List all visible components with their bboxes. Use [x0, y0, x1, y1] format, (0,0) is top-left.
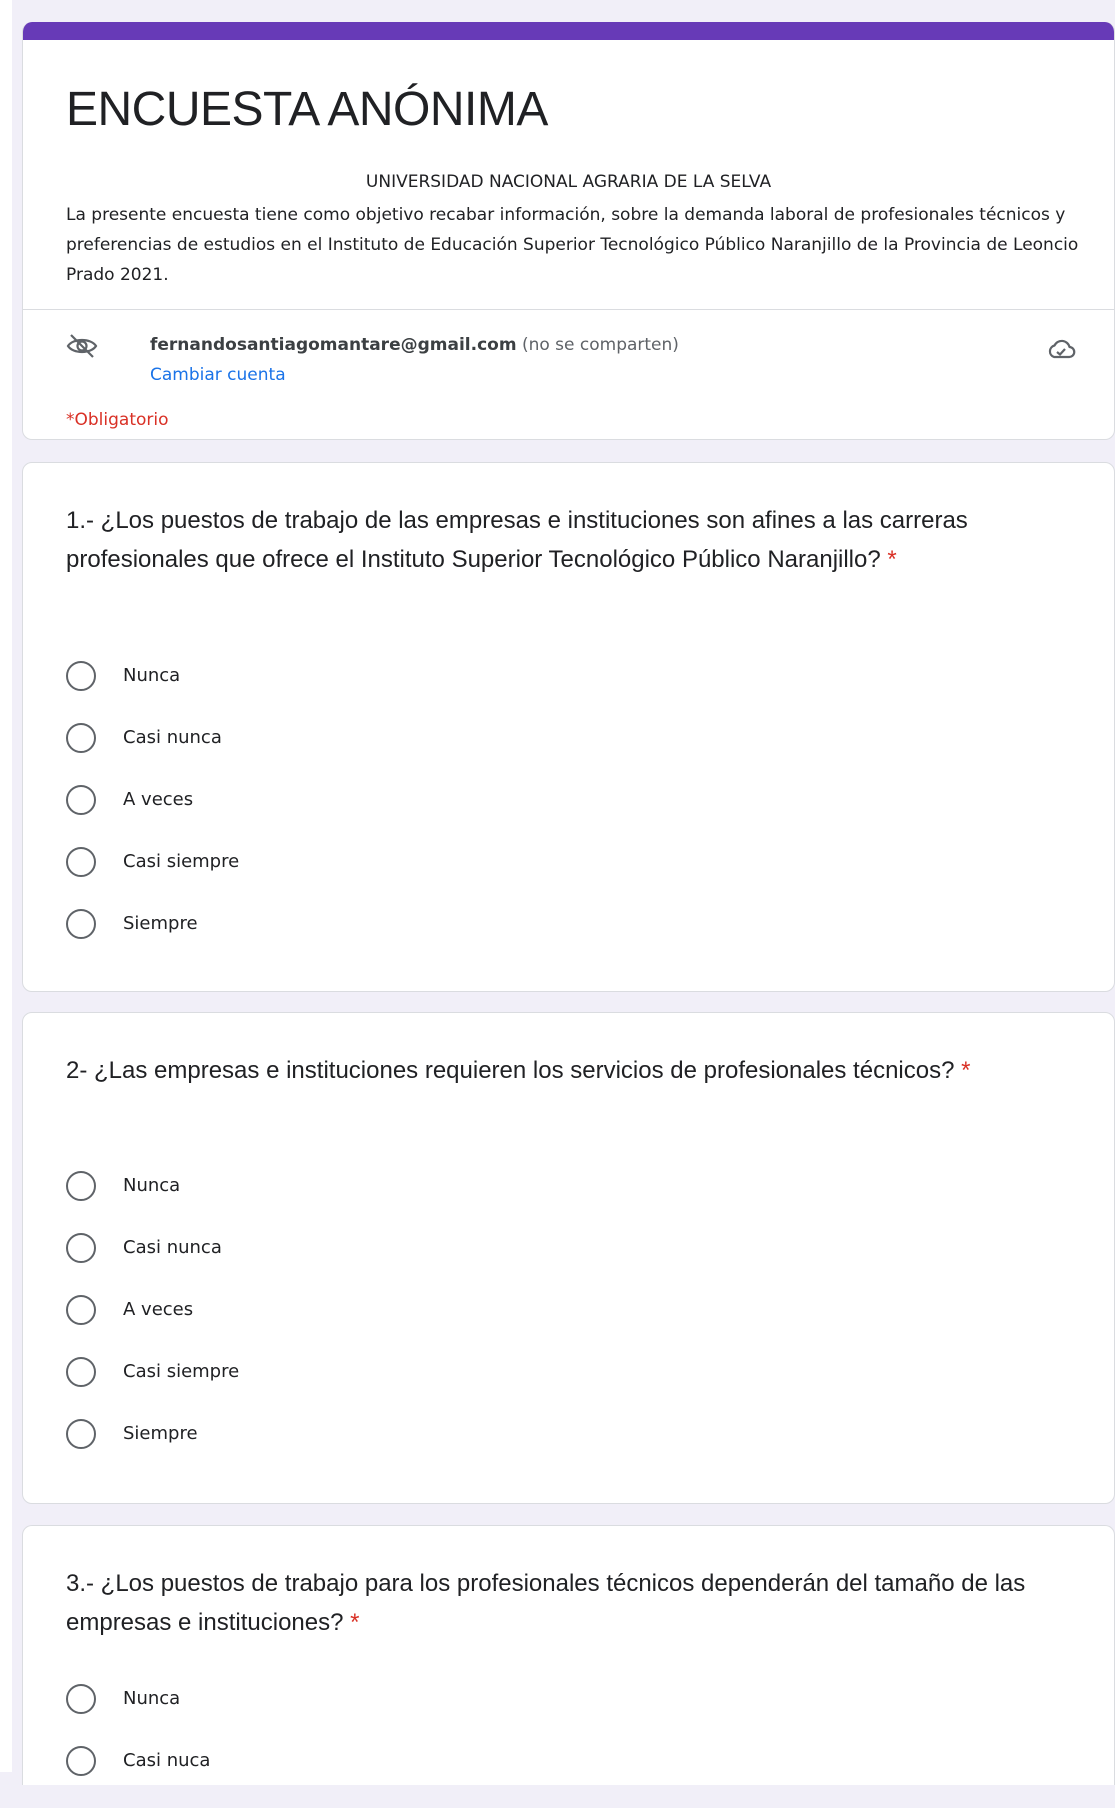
required-asterisk: * — [961, 1057, 971, 1084]
radio-option-label: Nunca — [123, 1175, 181, 1196]
radio-button[interactable] — [66, 1233, 96, 1263]
question-text: 3.- ¿Los puestos de trabajo para los pro… — [66, 1570, 1026, 1636]
required-asterisk: * — [887, 546, 897, 573]
radio-option[interactable]: Nunca — [66, 661, 966, 723]
eye-off-icon — [66, 334, 98, 358]
question-title: 1.- ¿Los puestos de trabajo de las empre… — [66, 501, 1066, 579]
radio-button[interactable] — [66, 847, 96, 877]
question-title: 2- ¿Las empresas e instituciones requier… — [66, 1051, 1066, 1090]
radio-option[interactable]: Siempre — [66, 909, 966, 971]
account-email: fernandosantiagomantare@gmail.com — [150, 335, 517, 355]
radio-button[interactable] — [66, 1357, 96, 1387]
question-card-1: 1.- ¿Los puestos de trabajo de las empre… — [22, 462, 1115, 992]
form-subtitle: UNIVERSIDAD NACIONAL AGRARIA DE LA SELVA — [365, 172, 772, 192]
radio-option-label: Casi nunca — [123, 727, 222, 748]
radio-group: Nunca Casi nuca — [66, 1684, 966, 1808]
radio-option-label: Siempre — [123, 1423, 198, 1444]
question-text: 2- ¿Las empresas e instituciones requier… — [66, 1057, 955, 1084]
radio-option-label: Nunca — [123, 1688, 181, 1709]
radio-option[interactable]: A veces — [66, 1295, 966, 1357]
question-card-3: 3.- ¿Los puestos de trabajo para los pro… — [22, 1525, 1115, 1785]
radio-button[interactable] — [66, 785, 96, 815]
radio-button[interactable] — [66, 1295, 96, 1325]
radio-button[interactable] — [66, 1419, 96, 1449]
radio-group: Nunca Casi nunca A veces Casi siempre Si… — [66, 661, 966, 971]
form-title: ENCUESTA ANÓNIMA — [66, 83, 548, 136]
form-header-card: ENCUESTA ANÓNIMA UNIVERSIDAD NACIONAL AG… — [22, 22, 1115, 440]
question-card-2: 2- ¿Las empresas e instituciones requier… — [22, 1012, 1115, 1504]
radio-button[interactable] — [66, 909, 96, 939]
radio-option-label: Casi siempre — [123, 1361, 240, 1382]
radio-option[interactable]: Casi nuca — [66, 1746, 966, 1808]
radio-option-label: A veces — [123, 789, 194, 810]
form-description: La presente encuesta tiene como objetivo… — [66, 205, 1079, 285]
radio-group: Nunca Casi nunca A veces Casi siempre Si… — [66, 1171, 966, 1481]
required-note: *Obligatorio — [66, 410, 169, 430]
radio-option-label: Casi nunca — [123, 1237, 222, 1258]
radio-option[interactable]: A veces — [66, 785, 966, 847]
account-privacy-note: (no se comparten) — [521, 335, 679, 355]
radio-option[interactable]: Nunca — [66, 1684, 966, 1746]
radio-button[interactable] — [66, 1171, 96, 1201]
radio-option[interactable]: Casi nunca — [66, 723, 966, 785]
account-row: fernandosantiagomantare@gmail.com (no se… — [66, 330, 1076, 390]
question-title: 3.- ¿Los puestos de trabajo para los pro… — [66, 1564, 1066, 1642]
radio-button[interactable] — [66, 661, 96, 691]
switch-account-link[interactable]: Cambiar cuenta — [150, 360, 286, 390]
header-divider — [23, 309, 1114, 310]
cloud-icon — [1048, 339, 1076, 359]
radio-button[interactable] — [66, 723, 96, 753]
radio-option[interactable]: Siempre — [66, 1419, 966, 1481]
account-info: fernandosantiagomantare@gmail.com (no se… — [150, 330, 679, 360]
page-left-strip — [0, 0, 12, 1772]
radio-option-label: Casi siempre — [123, 851, 240, 872]
radio-option-label: Nunca — [123, 665, 181, 686]
form-accent-bar — [23, 22, 1114, 40]
radio-option[interactable]: Casi nunca — [66, 1233, 966, 1295]
radio-button[interactable] — [66, 1684, 96, 1714]
radio-option-label: A veces — [123, 1299, 194, 1320]
required-asterisk: * — [350, 1609, 360, 1636]
question-text: 1.- ¿Los puestos de trabajo de las empre… — [66, 507, 968, 573]
radio-option-label: Casi nuca — [123, 1750, 211, 1771]
radio-option[interactable]: Casi siempre — [66, 847, 966, 909]
radio-option[interactable]: Nunca — [66, 1171, 966, 1233]
radio-option-label: Siempre — [123, 913, 198, 934]
radio-option[interactable]: Casi siempre — [66, 1357, 966, 1419]
